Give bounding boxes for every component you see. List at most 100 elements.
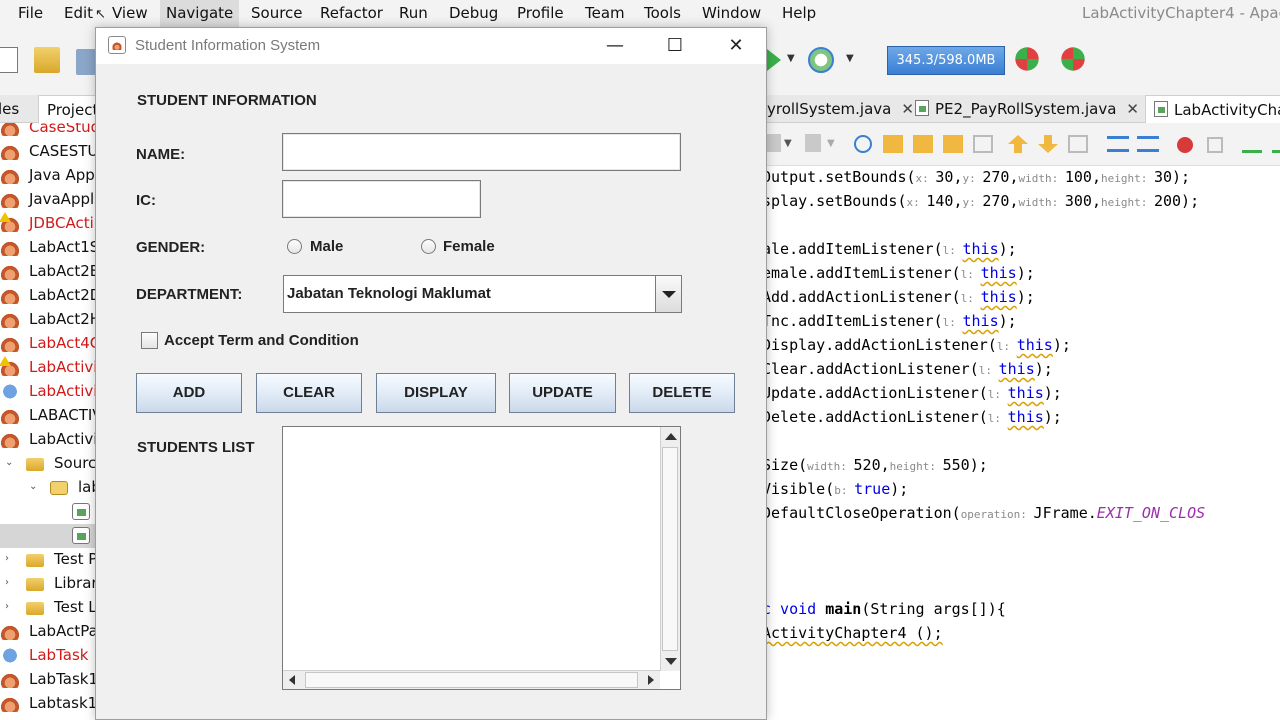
project-tree-item[interactable]: LabAct1S <box>0 236 96 260</box>
project-tree-item[interactable]: LabActivi <box>0 356 96 380</box>
history-icon[interactable] <box>765 134 781 152</box>
code-editor[interactable]: Output.setBounds(x: 30,y: 270,width: 100… <box>767 166 1280 720</box>
expand-toggle-icon[interactable]: › <box>5 601 9 612</box>
add-button[interactable]: ADD <box>136 373 242 413</box>
menu-source[interactable]: Source <box>251 4 303 22</box>
project-tree-item[interactable]: › Test L <box>0 596 96 620</box>
display-button[interactable]: DISPLAY <box>376 373 496 413</box>
project-tree-item[interactable]: CASESTU <box>0 140 96 164</box>
back-icon[interactable] <box>805 134 821 152</box>
expand-toggle-icon[interactable]: ⌄ <box>29 481 37 492</box>
shift-left-icon[interactable] <box>1107 136 1129 152</box>
menu-team[interactable]: Team <box>585 4 625 22</box>
start-macro-icon[interactable] <box>1177 137 1193 153</box>
project-tree-item[interactable]: ⌄ Sourc <box>0 452 96 476</box>
menu-profile[interactable]: Profile <box>517 4 564 22</box>
run-dropdown-icon[interactable]: ▼ <box>787 53 795 64</box>
male-radio[interactable] <box>287 239 302 254</box>
menu-edit[interactable]: Edit <box>64 4 93 22</box>
next-bookmark-icon[interactable] <box>1038 135 1058 153</box>
project-tree-item[interactable]: LabActivi <box>0 380 96 404</box>
expand-toggle-icon[interactable]: › <box>5 553 9 564</box>
open-project-icon[interactable] <box>76 49 96 75</box>
project-tree-item[interactable] <box>0 500 96 524</box>
editor-tab-labactivity[interactable]: LabActivityCha <box>1145 95 1280 123</box>
vertical-scroll-thumb[interactable] <box>662 447 678 651</box>
menu-refactor[interactable]: Refactor <box>320 4 383 22</box>
project-tree-item[interactable]: LabTask <box>0 644 96 668</box>
menu-navigate[interactable]: Navigate <box>160 0 240 27</box>
scroll-down-icon[interactable] <box>665 658 677 665</box>
terms-checkbox[interactable] <box>141 332 158 349</box>
project-tree-item[interactable]: LabTask1 <box>0 668 96 692</box>
find-previous-icon[interactable] <box>883 135 903 153</box>
comment-icon[interactable] <box>1242 135 1262 153</box>
search-icon[interactable] <box>854 135 872 153</box>
scroll-up-icon[interactable] <box>665 433 677 440</box>
previous-bookmark-icon[interactable] <box>1008 135 1028 153</box>
maximize-button[interactable]: ☐ <box>652 32 698 60</box>
run-icon[interactable] <box>767 49 781 71</box>
history-dropdown-icon[interactable]: ▼ <box>784 138 792 149</box>
female-radio[interactable] <box>421 239 436 254</box>
project-tree-item[interactable]: LabActPa <box>0 620 96 644</box>
project-tree-item[interactable]: ⌄ lab <box>0 476 96 500</box>
clear-button[interactable]: CLEAR <box>256 373 362 413</box>
window-titlebar[interactable]: Student Information System — ☐ ✕ <box>96 28 766 64</box>
students-list[interactable] <box>282 426 681 690</box>
project-tree-item[interactable]: Labtask1 <box>0 692 96 716</box>
project-tree-item[interactable]: LabAct2B <box>0 260 96 284</box>
editor-tab-pe2-payroll[interactable]: PE2_PayRollSystem.java ✕ <box>907 95 1147 123</box>
menu-window[interactable]: Window <box>702 4 761 22</box>
menu-tools[interactable]: Tools <box>644 4 681 22</box>
project-tree-item[interactable]: LabAct2D <box>0 284 96 308</box>
gc-icon[interactable] <box>1015 47 1039 71</box>
toggle-highlight-icon[interactable] <box>973 135 993 153</box>
back-dropdown-icon[interactable]: ▼ <box>827 138 835 149</box>
close-button[interactable]: ✕ <box>713 32 759 60</box>
chevron-down-icon[interactable] <box>655 276 681 312</box>
project-tree-item[interactable]: LabActivi <box>0 428 96 452</box>
horizontal-scroll-thumb[interactable] <box>305 672 638 688</box>
profile-icon[interactable] <box>808 47 834 73</box>
find-selection-icon[interactable] <box>943 135 963 153</box>
scroll-left-icon[interactable] <box>289 675 295 685</box>
project-tree-item[interactable]: CaseStud <box>0 123 96 140</box>
shift-right-icon[interactable] <box>1137 136 1159 152</box>
expand-toggle-icon[interactable]: › <box>5 577 9 588</box>
horizontal-scrollbar[interactable] <box>283 670 660 689</box>
new-project-icon[interactable] <box>34 47 60 73</box>
project-tree-item[interactable]: JDBCActi <box>0 212 96 236</box>
female-radio-label[interactable]: Female <box>443 238 495 255</box>
project-tree-item[interactable] <box>0 524 96 548</box>
memory-indicator[interactable]: 345.3/598.0MB <box>887 46 1005 75</box>
terms-label[interactable]: Accept Term and Condition <box>164 332 359 349</box>
editor-tab-payroll[interactable]: yrollSystem.java ✕ <box>759 95 922 123</box>
uncomment-icon[interactable] <box>1272 135 1280 153</box>
find-next-icon[interactable] <box>913 135 933 153</box>
new-file-icon[interactable] <box>0 47 18 73</box>
menu-file[interactable]: File <box>18 4 43 22</box>
delete-button[interactable]: DELETE <box>629 373 735 413</box>
tab-files[interactable]: les <box>0 100 19 118</box>
scroll-right-icon[interactable] <box>648 675 654 685</box>
project-tree-item[interactable]: › Test P <box>0 548 96 572</box>
department-select[interactable]: Jabatan Teknologi Maklumat <box>283 275 682 313</box>
project-tree-item[interactable]: Java App <box>0 164 96 188</box>
toggle-bookmark-icon[interactable] <box>1068 135 1088 153</box>
project-tree-item[interactable]: LABACTIV <box>0 404 96 428</box>
vertical-scrollbar[interactable] <box>660 427 680 671</box>
menu-help[interactable]: Help <box>782 4 816 22</box>
menu-view[interactable]: View <box>112 4 148 22</box>
ic-input[interactable] <box>282 180 481 218</box>
close-icon[interactable]: ✕ <box>1126 100 1139 118</box>
profile-dropdown-icon[interactable]: ▼ <box>846 53 854 64</box>
project-tree-item[interactable]: LabAct4C <box>0 332 96 356</box>
expand-toggle-icon[interactable]: ⌄ <box>5 457 13 468</box>
name-input[interactable] <box>282 133 681 171</box>
profiler-icon[interactable] <box>1061 47 1085 71</box>
update-button[interactable]: UPDATE <box>509 373 616 413</box>
stop-macro-icon[interactable] <box>1207 137 1223 153</box>
project-tree-item[interactable]: LabAct2H <box>0 308 96 332</box>
project-tree-item[interactable]: JavaAppli <box>0 188 96 212</box>
